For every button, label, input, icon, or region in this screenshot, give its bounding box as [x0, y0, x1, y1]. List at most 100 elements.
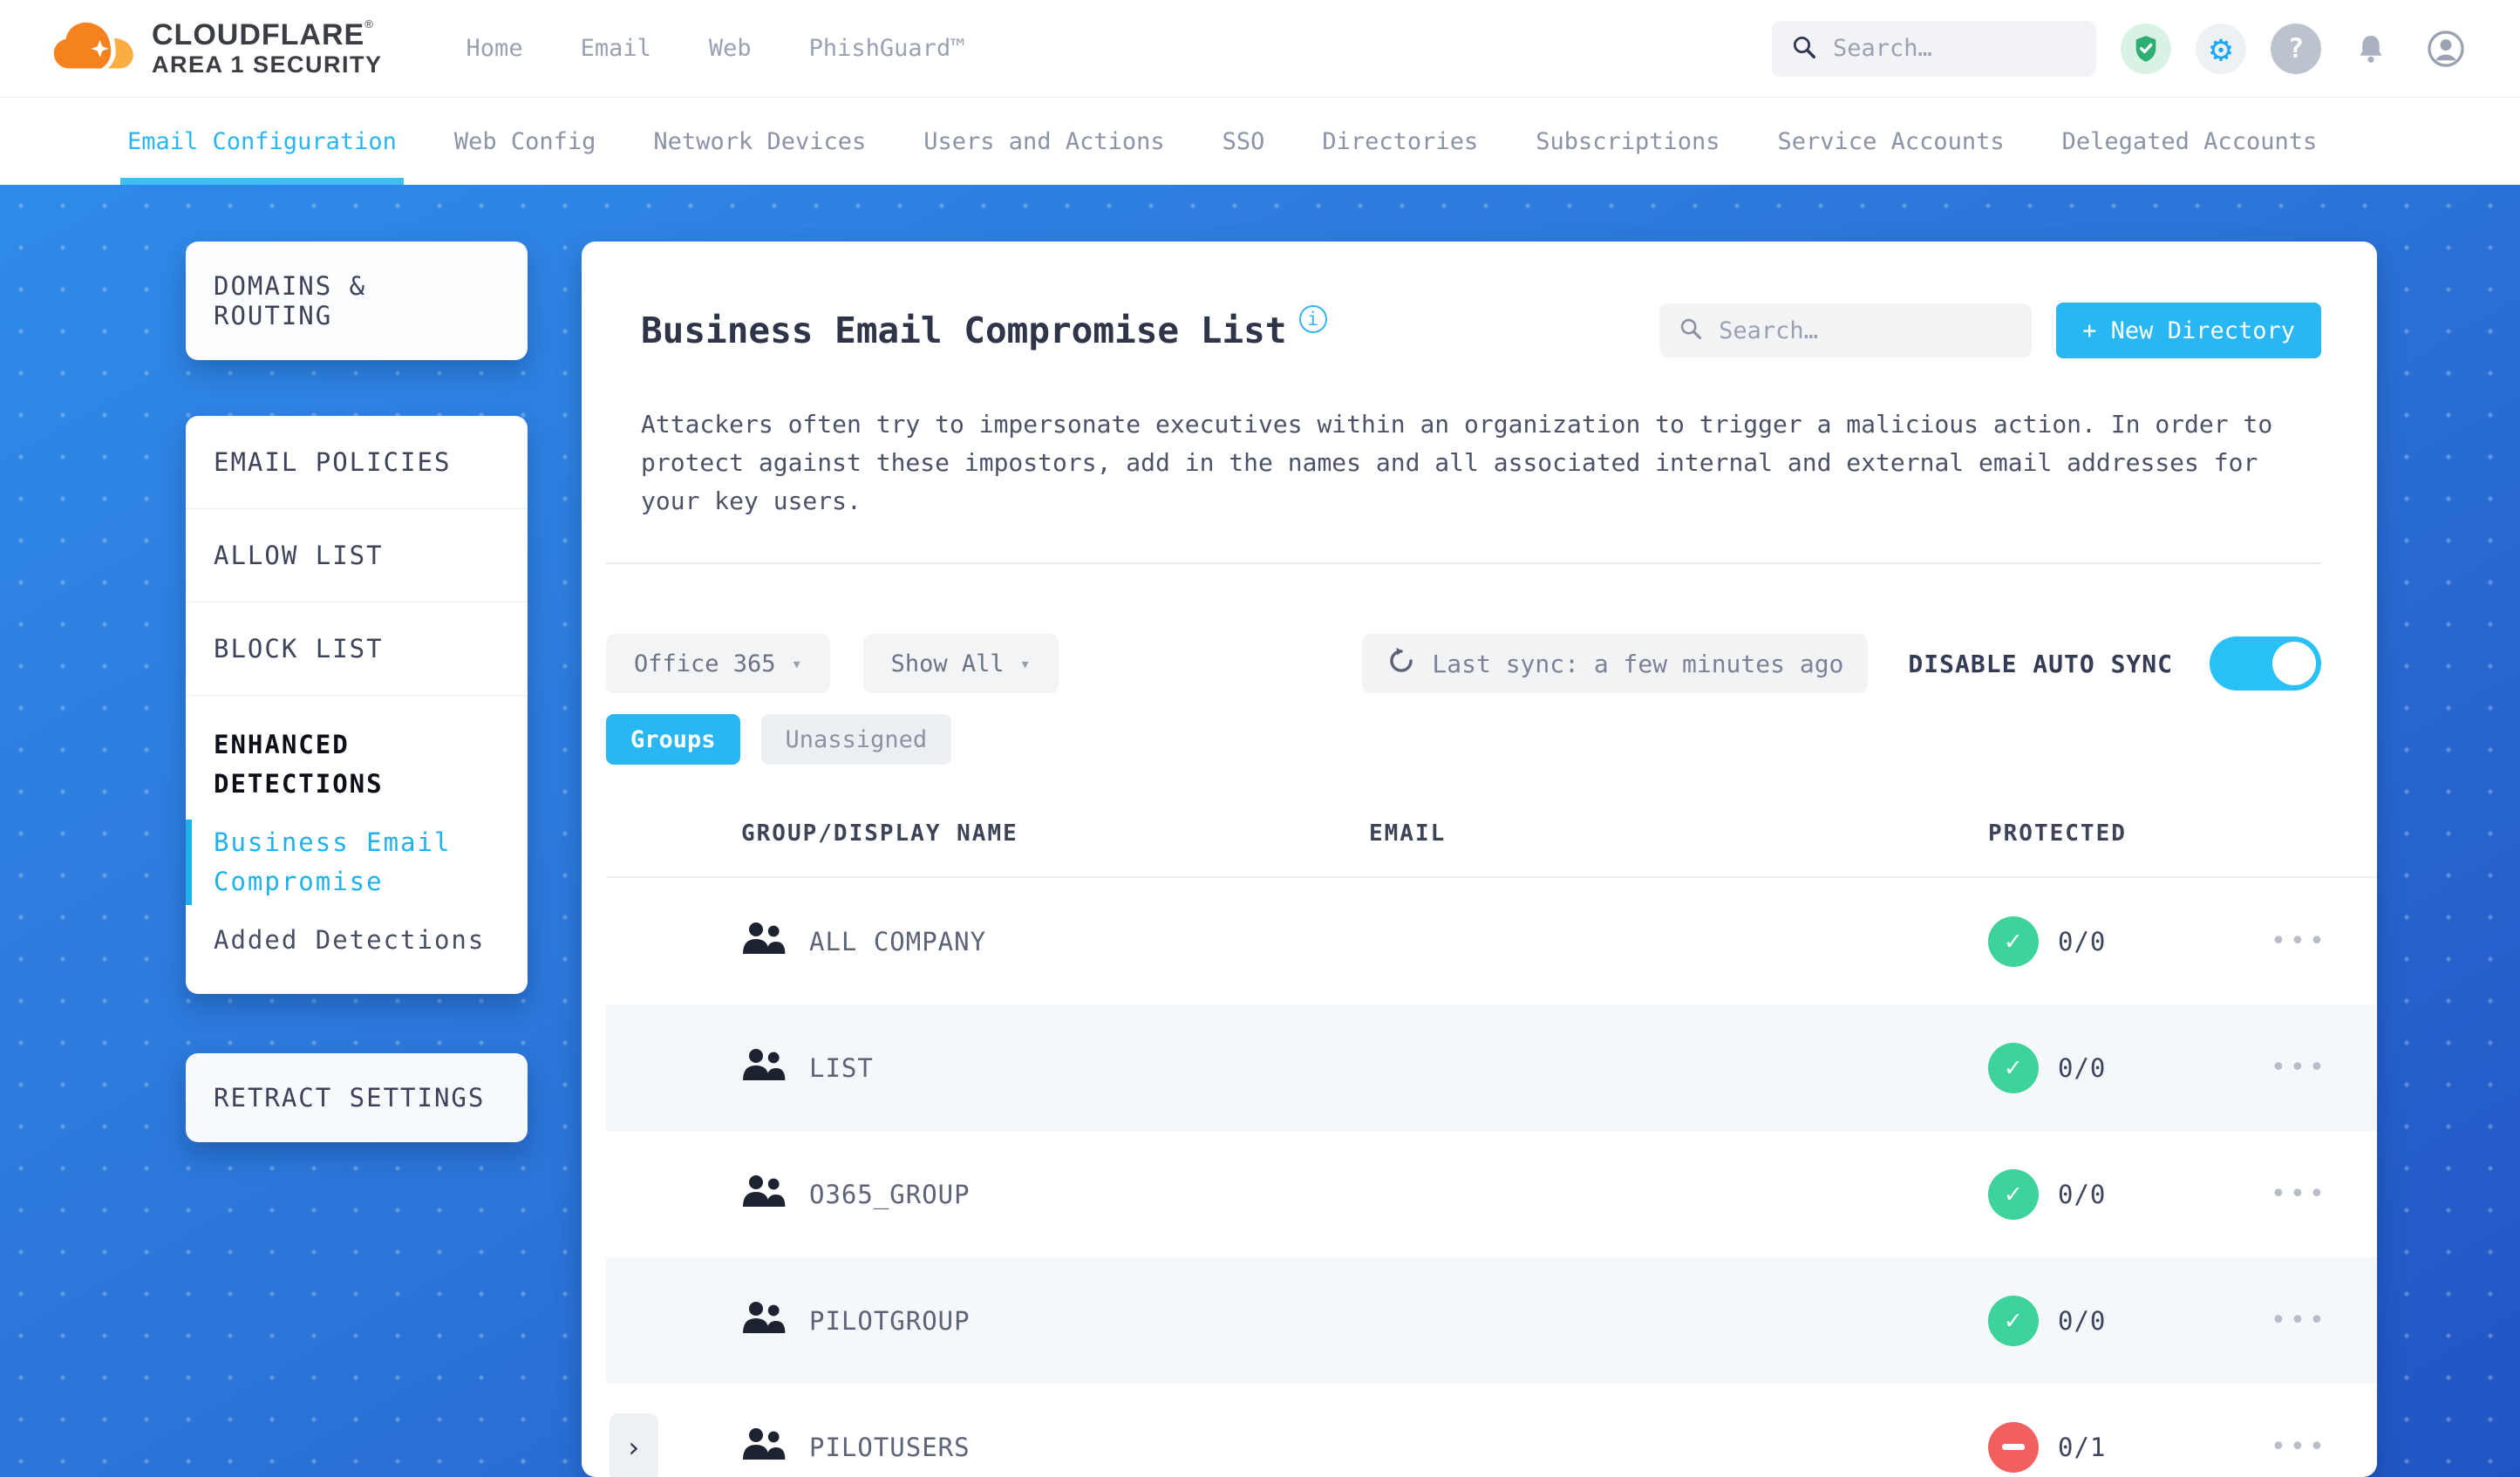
col-protected: PROTECTED — [1988, 820, 2127, 847]
info-icon[interactable] — [1298, 305, 1327, 333]
expand-row-chevron-icon[interactable] — [610, 1412, 658, 1477]
security-shield-icon[interactable] — [2121, 23, 2171, 74]
disable-auto-sync-label: DISABLE AUTO SYNC — [1908, 649, 2173, 678]
table-row: O365_GROUP 0/0 — [606, 1131, 2377, 1257]
top-nav-phishguard[interactable]: PhishGuard™ — [809, 35, 965, 62]
auto-sync-toggle[interactable] — [2210, 636, 2321, 691]
col-email: EMAIL — [1369, 820, 1447, 847]
directory-search[interactable] — [1659, 303, 2033, 357]
page-background: DOMAINS & ROUTING EMAIL POLICIES ALLOW L… — [0, 185, 2520, 1477]
top-nav-email[interactable]: Email — [581, 35, 651, 62]
page-title: Business Email Compromise List — [641, 310, 1287, 351]
sidebar-item-domains-routing[interactable]: DOMAINS & ROUTING — [186, 242, 528, 360]
protected-count: 0/1 — [2058, 1432, 2107, 1462]
search-icon — [1679, 316, 1703, 344]
top-nav-web[interactable]: Web — [709, 35, 752, 62]
row-menu-icon[interactable] — [2271, 1179, 2377, 1209]
title-row: Business Email Compromise List + New Dir… — [641, 296, 2321, 365]
sidebar-item-allow-list[interactable]: ALLOW LIST — [186, 509, 528, 602]
protected-status-badge — [1988, 1421, 2039, 1473]
filter-row: Office 365 Show All Last sync: a few min… — [606, 634, 2321, 693]
sidebar-item-email-policies[interactable]: EMAIL POLICIES — [186, 416, 528, 509]
global-search-input[interactable] — [1833, 35, 2077, 62]
logo-name: CLOUDFLARE — [152, 18, 365, 52]
row-menu-icon[interactable] — [2271, 926, 2377, 956]
sidebar-email-menu: EMAIL POLICIES ALLOW LIST BLOCK LIST ENH… — [186, 416, 528, 994]
table-row: ALL COMPANY 0/0 — [606, 878, 2377, 1004]
sidebar-item-business-email-compromise[interactable]: Business Email Compromise — [186, 820, 500, 905]
groups-table: GROUP/DISPLAY NAME EMAIL PROTECTED ALL C… — [606, 791, 2377, 1477]
settings-gear-icon[interactable]: ⚙ — [2196, 23, 2246, 74]
protected-count: 0/0 — [2058, 1179, 2107, 1209]
tab-sso[interactable]: SSO — [1223, 98, 1265, 185]
topbar-actions: ⚙ — [1772, 20, 2471, 77]
last-sync-status[interactable]: Last sync: a few minutes ago — [1362, 634, 1869, 693]
sidebar-section-enhanced-detections: ENHANCED DETECTIONS Business Email Compr… — [186, 696, 528, 994]
directory-search-input[interactable] — [1719, 316, 2013, 344]
logo-subtitle: AREA 1 SECURITY — [152, 51, 383, 78]
tab-delegated-accounts[interactable]: Delegated Accounts — [2062, 98, 2318, 185]
table-row: PILOTUSERS 0/1 — [606, 1384, 2377, 1477]
protected-status-badge — [1988, 1168, 2039, 1220]
tab-service-accounts[interactable]: Service Accounts — [1778, 98, 2005, 185]
protected-count: 0/0 — [2058, 1305, 2107, 1336]
tab-directories[interactable]: Directories — [1322, 98, 1478, 185]
group-name: ALL COMPANY — [809, 926, 987, 956]
table-row: PILOTGROUP 0/0 — [606, 1257, 2377, 1384]
group-name: LIST — [809, 1052, 874, 1083]
group-name: O365_GROUP — [809, 1179, 971, 1209]
protected-count: 0/0 — [2058, 1052, 2107, 1083]
groups-chip[interactable]: Groups — [606, 714, 740, 765]
notifications-bell-icon[interactable] — [2346, 24, 2396, 74]
tab-subscriptions[interactable]: Subscriptions — [1536, 98, 1720, 185]
sidebar-item-retract-settings[interactable]: RETRACT SETTINGS — [186, 1053, 528, 1142]
sync-icon — [1386, 646, 1416, 682]
cloudflare-logo[interactable]: CLOUDFLARE® AREA 1 SECURITY — [52, 18, 383, 78]
table-header: GROUP/DISPLAY NAME EMAIL PROTECTED — [606, 791, 2377, 878]
protected-count: 0/0 — [2058, 926, 2107, 956]
group-name: PILOTGROUP — [809, 1305, 971, 1336]
col-group-display-name: GROUP/DISPLAY NAME — [741, 820, 1018, 847]
protected-status-badge — [1988, 1042, 2039, 1093]
row-menu-icon[interactable] — [2271, 1052, 2377, 1083]
global-search[interactable] — [1772, 20, 2096, 77]
search-icon — [1791, 34, 1817, 64]
config-tabs: Email Configuration Web Config Network D… — [0, 98, 2520, 185]
group-icon — [741, 921, 787, 962]
sidebar-item-added-detections[interactable]: Added Detections — [214, 924, 500, 956]
directory-select[interactable]: Office 365 — [606, 634, 830, 693]
section-divider — [606, 562, 2321, 564]
tab-email-configuration[interactable]: Email Configuration — [120, 98, 404, 185]
protected-status-badge — [1988, 1295, 2039, 1346]
group-icon — [741, 1426, 787, 1467]
tab-network-devices[interactable]: Network Devices — [653, 98, 866, 185]
topbar: CLOUDFLARE® AREA 1 SECURITY Home Email W… — [0, 0, 2520, 98]
title-actions: + New Directory — [1659, 303, 2321, 358]
group-name: PILOTUSERS — [809, 1432, 971, 1462]
new-directory-button[interactable]: + New Directory — [2056, 303, 2321, 358]
tab-users-and-actions[interactable]: Users and Actions — [923, 98, 1164, 185]
show-filter-select[interactable]: Show All — [862, 634, 1059, 693]
user-avatar-icon[interactable] — [2421, 24, 2471, 74]
top-nav-home[interactable]: Home — [467, 35, 523, 62]
row-menu-icon[interactable] — [2271, 1432, 2377, 1462]
content-card: Business Email Compromise List + New Dir… — [582, 242, 2377, 1477]
cloudflare-cloud-icon — [52, 19, 140, 78]
view-switch: Groups Unassigned — [606, 714, 2321, 765]
enhanced-detections-title[interactable]: ENHANCED DETECTIONS — [214, 725, 500, 804]
table-row: LIST 0/0 — [606, 1004, 2377, 1131]
tab-web-config[interactable]: Web Config — [454, 98, 596, 185]
unassigned-chip[interactable]: Unassigned — [760, 714, 952, 765]
logo-trademark: ® — [364, 17, 373, 31]
row-menu-icon[interactable] — [2271, 1305, 2377, 1336]
page-description: Attackers often try to impersonate execu… — [641, 410, 2273, 515]
toggle-knob — [2272, 642, 2316, 685]
top-nav: Home Email Web PhishGuard™ — [467, 35, 965, 62]
sidebar: DOMAINS & ROUTING EMAIL POLICIES ALLOW L… — [186, 242, 528, 1142]
group-icon — [741, 1300, 787, 1341]
protected-status-badge — [1988, 915, 2039, 967]
last-sync-text: Last sync: a few minutes ago — [1432, 649, 1844, 678]
help-icon[interactable] — [2271, 23, 2321, 74]
group-icon — [741, 1174, 787, 1215]
sidebar-item-block-list[interactable]: BLOCK LIST — [186, 602, 528, 696]
